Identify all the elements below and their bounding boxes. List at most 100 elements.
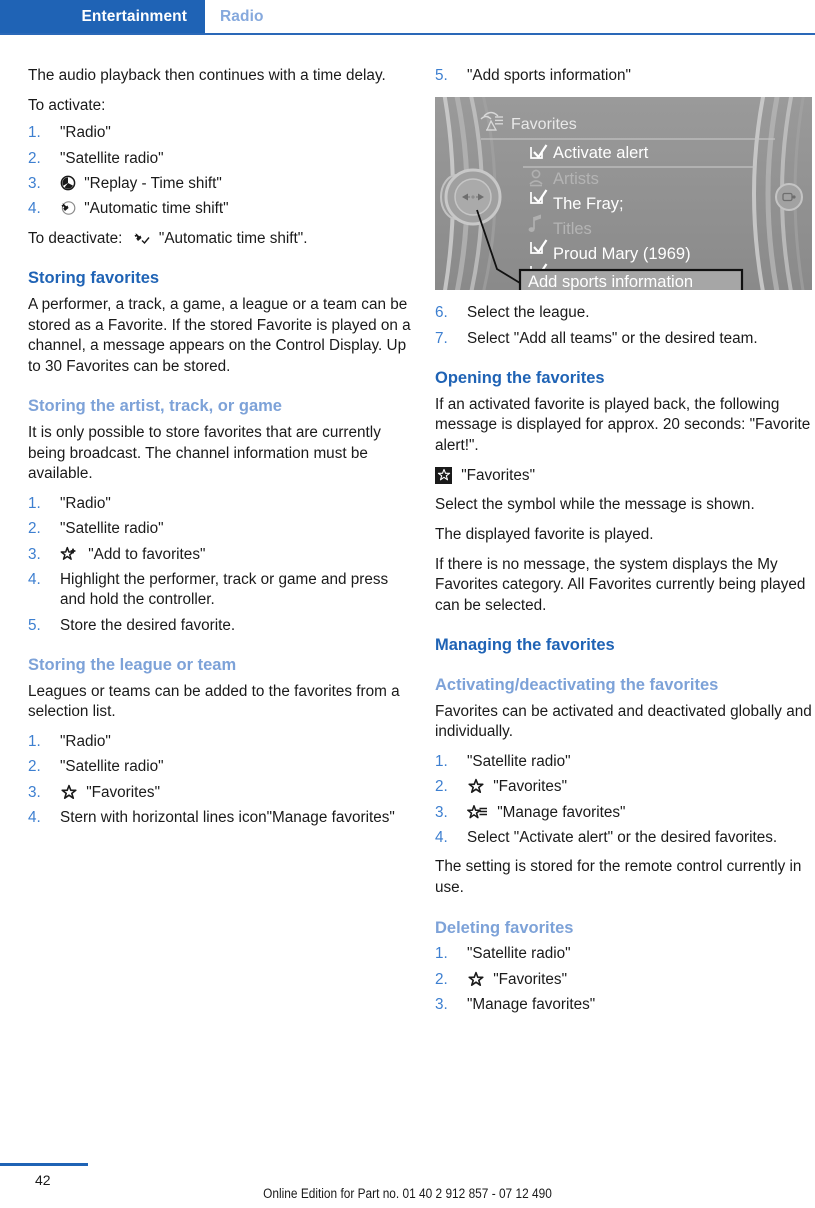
list-item: 1. "Radio" (28, 123, 411, 143)
list-item: 3. "Add to favorites" (28, 545, 411, 565)
list-number: 2. (435, 970, 448, 988)
activating-favorites-footer-note: The setting is stored for the remote con… (435, 858, 802, 896)
list-number: 4. (28, 200, 41, 218)
list-item: 2. "Satellite radio" (28, 519, 411, 539)
list-item: 3. "Manage favorites" (435, 995, 815, 1015)
svg-text:Artists: Artists (553, 170, 599, 188)
deactivate-line: To deactivate: "Automatic time shift". (28, 229, 411, 250)
star-lines-icon (467, 804, 489, 820)
list-text: Select "Add all teams" or the desired te… (467, 329, 758, 347)
automatic-time-shift-icon (60, 200, 76, 216)
opening-favorites-body-4: If there is no message, the system displ… (435, 555, 806, 614)
list-number: 1. (435, 752, 448, 770)
list-number: 2. (28, 758, 41, 776)
list-text: "Manage favorites" (467, 995, 596, 1013)
edition-note: Online Edition for Part no. 01 40 2 912 … (263, 1186, 552, 1201)
storing-artist-steps-list: 1. "Radio" 2. "Satellite radio" 3. "Add … (28, 494, 411, 636)
list-number: 1. (28, 733, 41, 750)
tab-entertainment[interactable]: Entertainment (0, 0, 205, 33)
header-divider (0, 33, 815, 35)
list-item: 1. "Radio" (28, 732, 411, 752)
activating-favorites-body: Favorites can be activated and deactivat… (435, 702, 812, 741)
list-text: "Favorites" (86, 783, 161, 801)
list-text: "Manage favorites" (497, 803, 626, 821)
svg-text:Activate alert: Activate alert (553, 144, 649, 162)
step-five-list: 5. "Add sports information" (435, 66, 815, 86)
list-number: 5. (28, 616, 41, 634)
list-text: "Radio" (60, 733, 111, 750)
deactivate-prefix: To deactivate: (28, 229, 123, 247)
list-item: 3. "Manage favorites" (435, 803, 815, 823)
storing-league-body: Leagues or teams can be added to the fav… (28, 682, 400, 721)
list-text: "Satellite radio" (467, 945, 571, 963)
control-display-figure: Favorites Activate alert Artists The Fra (435, 97, 812, 291)
list-number: 3. (435, 995, 448, 1013)
star-icon (467, 778, 485, 794)
storing-league-steps-list: 1. "Radio" 2. "Satellite radio" 3. "Favo… (28, 732, 411, 828)
list-item: 5. Store the desired favorite. (28, 616, 411, 636)
list-number: 1. (28, 495, 41, 513)
list-text: "Satellite radio" (467, 752, 571, 770)
steps-after-figure-list: 6. Select the league. 7. Select "Add all… (435, 303, 815, 349)
left-column: The audio playback then continues with a… (28, 66, 411, 837)
list-number: 3. (28, 783, 41, 801)
svg-text:Add sports information: Add sports information (528, 273, 693, 290)
list-text: Store the desired favorite. (60, 616, 236, 634)
list-text: "Satellite radio" (60, 520, 164, 538)
display-title: Favorites (511, 116, 577, 133)
list-number: 3. (435, 803, 448, 821)
list-text: "Favorites" (493, 778, 568, 796)
list-item: 4. Highlight the performer, track or gam… (28, 570, 411, 611)
display-row-add-sports-information: Add sports information (518, 269, 744, 291)
automatic-time-shift-off-icon (133, 230, 151, 246)
star-icon (467, 971, 485, 987)
heading-managing-favorites: Managing the favorites (435, 636, 615, 655)
opening-favorites-body-1: If an activated favorite is played back,… (435, 395, 811, 454)
heading-storing-artist: Storing the artist, track, or game (28, 397, 282, 416)
list-number: 6. (435, 304, 448, 322)
activate-label: To activate: (28, 96, 106, 114)
list-item: 4. Stern with horizontal lines icon"Mana… (28, 808, 411, 828)
list-number: 2. (28, 149, 41, 167)
opening-favorites-body-3: The displayed favorite is played. (435, 525, 654, 543)
list-text: "Add to favorites" (88, 545, 206, 563)
storing-artist-body: It is only possible to store favorites t… (28, 424, 381, 483)
list-text: Stern with horizontal lines icon"Manage … (60, 809, 395, 827)
list-number: 7. (435, 329, 448, 347)
heading-storing-favorites: Storing favorites (28, 269, 160, 288)
list-number: 3. (28, 545, 41, 563)
tab-radio[interactable]: Radio (220, 0, 264, 33)
list-item: 3. "Replay - Time shift" (28, 174, 411, 194)
replay-time-shift-icon (60, 175, 76, 191)
list-number: 5. (435, 67, 448, 84)
list-item: 2. "Satellite radio" (28, 149, 411, 169)
activating-favorites-steps-list: 1. "Satellite radio" 2. "Favorites" 3. "… (435, 752, 815, 848)
svg-text:Titles: Titles (553, 220, 592, 238)
list-item: 7. Select "Add all teams" or the desired… (435, 329, 815, 349)
list-number: 4. (435, 828, 448, 846)
list-text: "Automatic time shift" (84, 200, 229, 218)
list-number: 3. (28, 174, 41, 192)
activate-steps-list: 1. "Radio" 2. "Satellite radio" 3. "Repl… (28, 123, 411, 219)
list-number: 1. (435, 945, 448, 963)
list-item: 5. "Add sports information" (435, 66, 815, 86)
deactivate-text: "Automatic time shift". (158, 229, 308, 247)
svg-text:The Fray;: The Fray; (553, 195, 624, 213)
opening-favorites-body-2: Select the symbol while the message is s… (435, 496, 755, 514)
list-text: "Satellite radio" (60, 758, 164, 776)
list-text: Select the league. (467, 304, 590, 322)
list-item: 2. "Favorites" (435, 970, 815, 990)
favorites-symbol-line: "Favorites" (435, 466, 815, 487)
list-item: 1. "Radio" (28, 494, 411, 514)
list-item: 1. "Satellite radio" (435, 944, 815, 964)
favorites-box-icon (435, 466, 452, 484)
intro-paragraph: The audio playback then continues with a… (28, 67, 386, 84)
heading-opening-favorites: Opening the favorites (435, 369, 605, 388)
control-display-svg: Favorites Activate alert Artists The Fra (435, 97, 812, 291)
list-number: 2. (435, 778, 448, 796)
deleting-favorites-steps-list: 1. "Satellite radio" 2. "Favorites" 3. "… (435, 944, 815, 1015)
right-column: 5. "Add sports information" Favorites Ac… (435, 66, 815, 1024)
list-text: "Replay - Time shift" (84, 174, 222, 192)
storing-favorites-body: A performer, a track, a game, a league o… (28, 295, 411, 375)
list-number: 4. (28, 571, 41, 589)
